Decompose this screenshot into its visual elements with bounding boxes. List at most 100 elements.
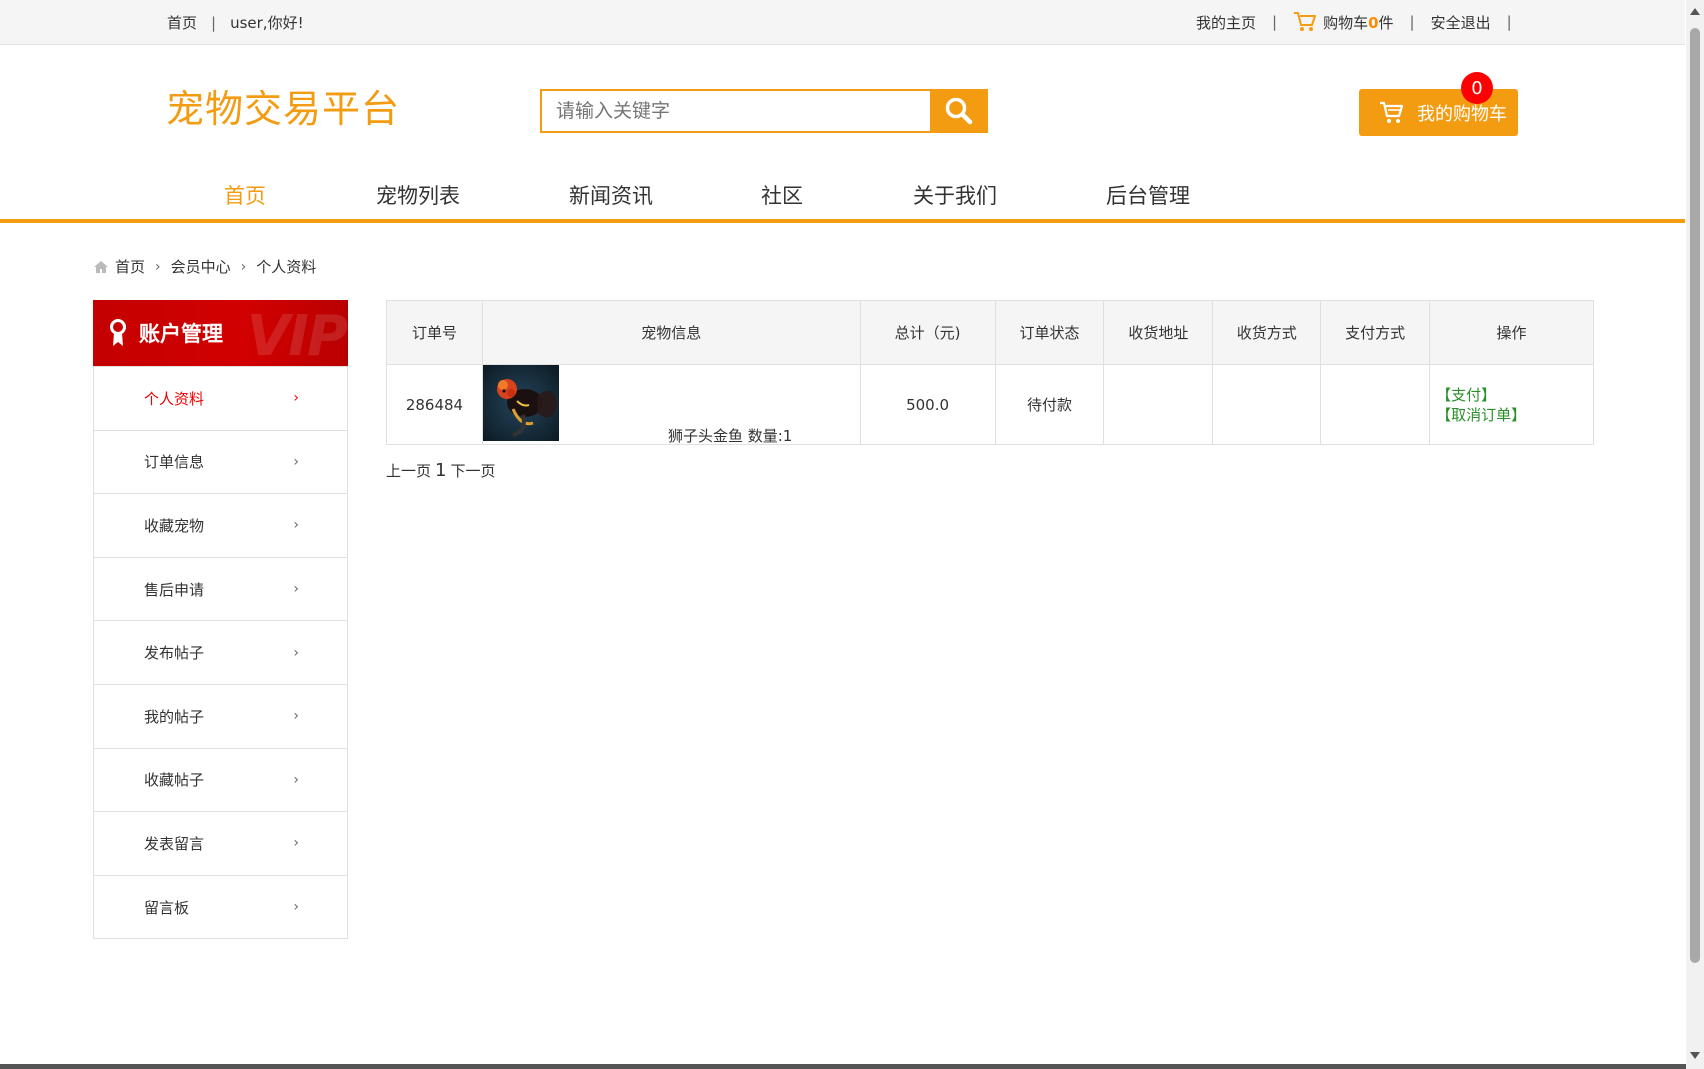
top-cart-link[interactable]: 购物车0件 — [1293, 11, 1394, 33]
user-greeting: user,你好! — [230, 14, 304, 32]
breadcrumb-home[interactable]: 首页 — [115, 256, 145, 277]
top-bar: 首页 | user,你好! 我的主页 | 购物车0件 | 安全退出 | — [0, 0, 1685, 45]
order-status: 待付款 — [994, 364, 1105, 445]
page-number[interactable]: 1 — [435, 460, 446, 481]
my-cart-button[interactable]: 我的购物车 0 — [1359, 72, 1518, 136]
logout-link[interactable]: 安全退出 — [1431, 12, 1491, 33]
sidebar-item-label: 订单信息 — [144, 453, 205, 472]
cart-suffix: 件 — [1378, 13, 1394, 32]
orders-table: 订单号 宠物信息 总计（元) 订单状态 收货地址 收货方式 支付方式 操作 28… — [386, 300, 1594, 445]
nav-item-news[interactable]: 新闻资讯 — [569, 180, 653, 210]
cart-count: 0 — [1368, 13, 1379, 32]
account-sidebar: 账户管理 VIP 个人资料 › 订单信息 › 收藏宠物 › 售后申请 › 发布帖子 › 我… — [93, 300, 348, 940]
pet-info-text: 狮子头金鱼 数量:1 — [667, 427, 793, 445]
breadcrumb: 首页 › 会员中心 › 个人资料 — [93, 256, 316, 277]
sidebar-item-label: 留言板 — [144, 898, 190, 917]
chevron-right-icon: › — [293, 453, 299, 470]
sidebar-item-leave-message[interactable]: 发表留言 › — [94, 811, 347, 875]
order-number: 286484 — [386, 364, 483, 445]
col-header-actions: 操作 — [1429, 300, 1594, 365]
col-header-pet-info: 宠物信息 — [481, 300, 861, 365]
order-total: 500.0 — [859, 364, 996, 445]
sidebar-item-my-posts[interactable]: 我的帖子 › — [94, 683, 347, 748]
sidebar-item-profile[interactable]: 个人资料 › — [94, 366, 347, 430]
separator: | — [211, 13, 217, 32]
col-header-delivery: 收货方式 — [1212, 300, 1322, 365]
sidebar-item-label: 个人资料 — [144, 389, 205, 408]
separator: | — [1272, 13, 1278, 31]
col-header-payment: 支付方式 — [1320, 300, 1431, 365]
chevron-right-icon: › — [293, 835, 299, 852]
pet-info-cell: 狮子头金鱼 数量:1 — [481, 364, 861, 445]
separator: | — [1409, 13, 1415, 31]
order-delivery — [1212, 364, 1322, 445]
my-cart-label: 我的购物车 — [1417, 103, 1507, 125]
sidebar-item-label: 我的帖子 — [144, 707, 205, 726]
scroll-up-icon[interactable] — [1690, 8, 1700, 15]
chevron-right-icon: › — [240, 258, 247, 275]
nav-item-about[interactable]: 关于我们 — [913, 180, 997, 210]
scrollbar-thumb[interactable] — [1690, 28, 1700, 963]
search-icon — [945, 97, 973, 125]
cancel-order-button[interactable]: 【取消订单】 — [1436, 405, 1593, 425]
table-row: 286484 狮子头金鱼 数量:1 500.0 待付款 【支付】 【取消订单】 — [386, 364, 1594, 445]
top-cart-text: 购物车0件 — [1323, 12, 1393, 33]
col-header-address: 收货地址 — [1103, 300, 1214, 365]
table-header-row: 订单号 宠物信息 总计（元) 订单状态 收货地址 收货方式 支付方式 操作 — [386, 300, 1594, 365]
search-button[interactable] — [930, 89, 988, 133]
sidebar-item-message-board[interactable]: 留言板 › — [94, 874, 347, 939]
my-home-link[interactable]: 我的主页 — [1196, 12, 1256, 33]
order-address — [1103, 364, 1214, 445]
home-icon — [94, 260, 108, 273]
search-bar — [540, 89, 988, 133]
nav-item-community[interactable]: 社区 — [761, 180, 803, 210]
cart-icon — [1380, 101, 1404, 123]
sidebar-item-label: 发布帖子 — [144, 644, 205, 663]
col-header-order-no: 订单号 — [386, 300, 483, 365]
breadcrumb-member-center[interactable]: 会员中心 — [171, 256, 231, 277]
top-bar-left: 首页 | user,你好! — [167, 12, 304, 33]
cart-prefix: 购物车 — [1323, 13, 1369, 32]
prev-page-link[interactable]: 上一页 — [386, 460, 431, 481]
separator: | — [1506, 13, 1512, 31]
award-ribbon-icon — [110, 319, 126, 346]
vip-watermark: VIP — [246, 304, 348, 366]
sidebar-item-orders[interactable]: 订单信息 › — [94, 429, 347, 494]
cart-count-badge: 0 — [1461, 72, 1493, 104]
pay-button[interactable]: 【支付】 — [1436, 385, 1593, 405]
sidebar-item-fav-pets[interactable]: 收藏宠物 › — [94, 493, 347, 557]
breadcrumb-current: 个人资料 — [256, 258, 317, 276]
chevron-right-icon: › — [293, 390, 299, 407]
main-nav: 首页 宠物列表 新闻资讯 社区 关于我们 后台管理 — [0, 175, 1685, 223]
site-logo[interactable]: 宠物交易平台 — [166, 78, 400, 133]
col-header-status: 订单状态 — [994, 300, 1105, 365]
sidebar-item-after-sales[interactable]: 售后申请 › — [94, 556, 347, 621]
sidebar-item-label: 收藏帖子 — [144, 771, 205, 790]
next-page-link[interactable]: 下一页 — [450, 460, 495, 481]
chevron-right-icon: › — [155, 258, 161, 275]
nav-item-admin[interactable]: 后台管理 — [1106, 180, 1190, 210]
order-payment — [1320, 364, 1431, 445]
sidebar-menu: 个人资料 › 订单信息 › 收藏宠物 › 售后申请 › 发布帖子 › 我的帖子 › 收藏帖子… — [93, 366, 348, 940]
goldfish-image[interactable] — [482, 365, 559, 441]
sidebar-item-label: 售后申请 — [144, 580, 205, 599]
chevron-right-icon: › — [293, 581, 299, 598]
col-header-total: 总计（元) — [859, 300, 996, 365]
sidebar-item-new-post[interactable]: 发布帖子 › — [94, 620, 347, 684]
window-bottom-edge — [0, 1064, 1686, 1069]
chevron-right-icon: › — [293, 899, 299, 916]
sidebar-item-fav-posts[interactable]: 收藏帖子 › — [94, 747, 347, 812]
chevron-right-icon: › — [293, 644, 299, 661]
nav-item-pet-list[interactable]: 宠物列表 — [376, 180, 460, 210]
order-actions: 【支付】 【取消订单】 — [1429, 364, 1594, 445]
cart-icon — [1294, 12, 1317, 31]
scroll-down-icon[interactable] — [1690, 1052, 1700, 1059]
chevron-right-icon: › — [293, 708, 299, 725]
sidebar-header: 账户管理 VIP — [93, 300, 348, 366]
top-home-link[interactable]: 首页 — [167, 12, 197, 33]
top-bar-right: 我的主页 | 购物车0件 | 安全退出 | — [1196, 11, 1528, 33]
sidebar-item-label: 发表留言 — [144, 834, 205, 853]
nav-item-home[interactable]: 首页 — [224, 180, 266, 210]
vertical-scrollbar[interactable] — [1686, 0, 1704, 1069]
search-input[interactable] — [540, 89, 930, 133]
